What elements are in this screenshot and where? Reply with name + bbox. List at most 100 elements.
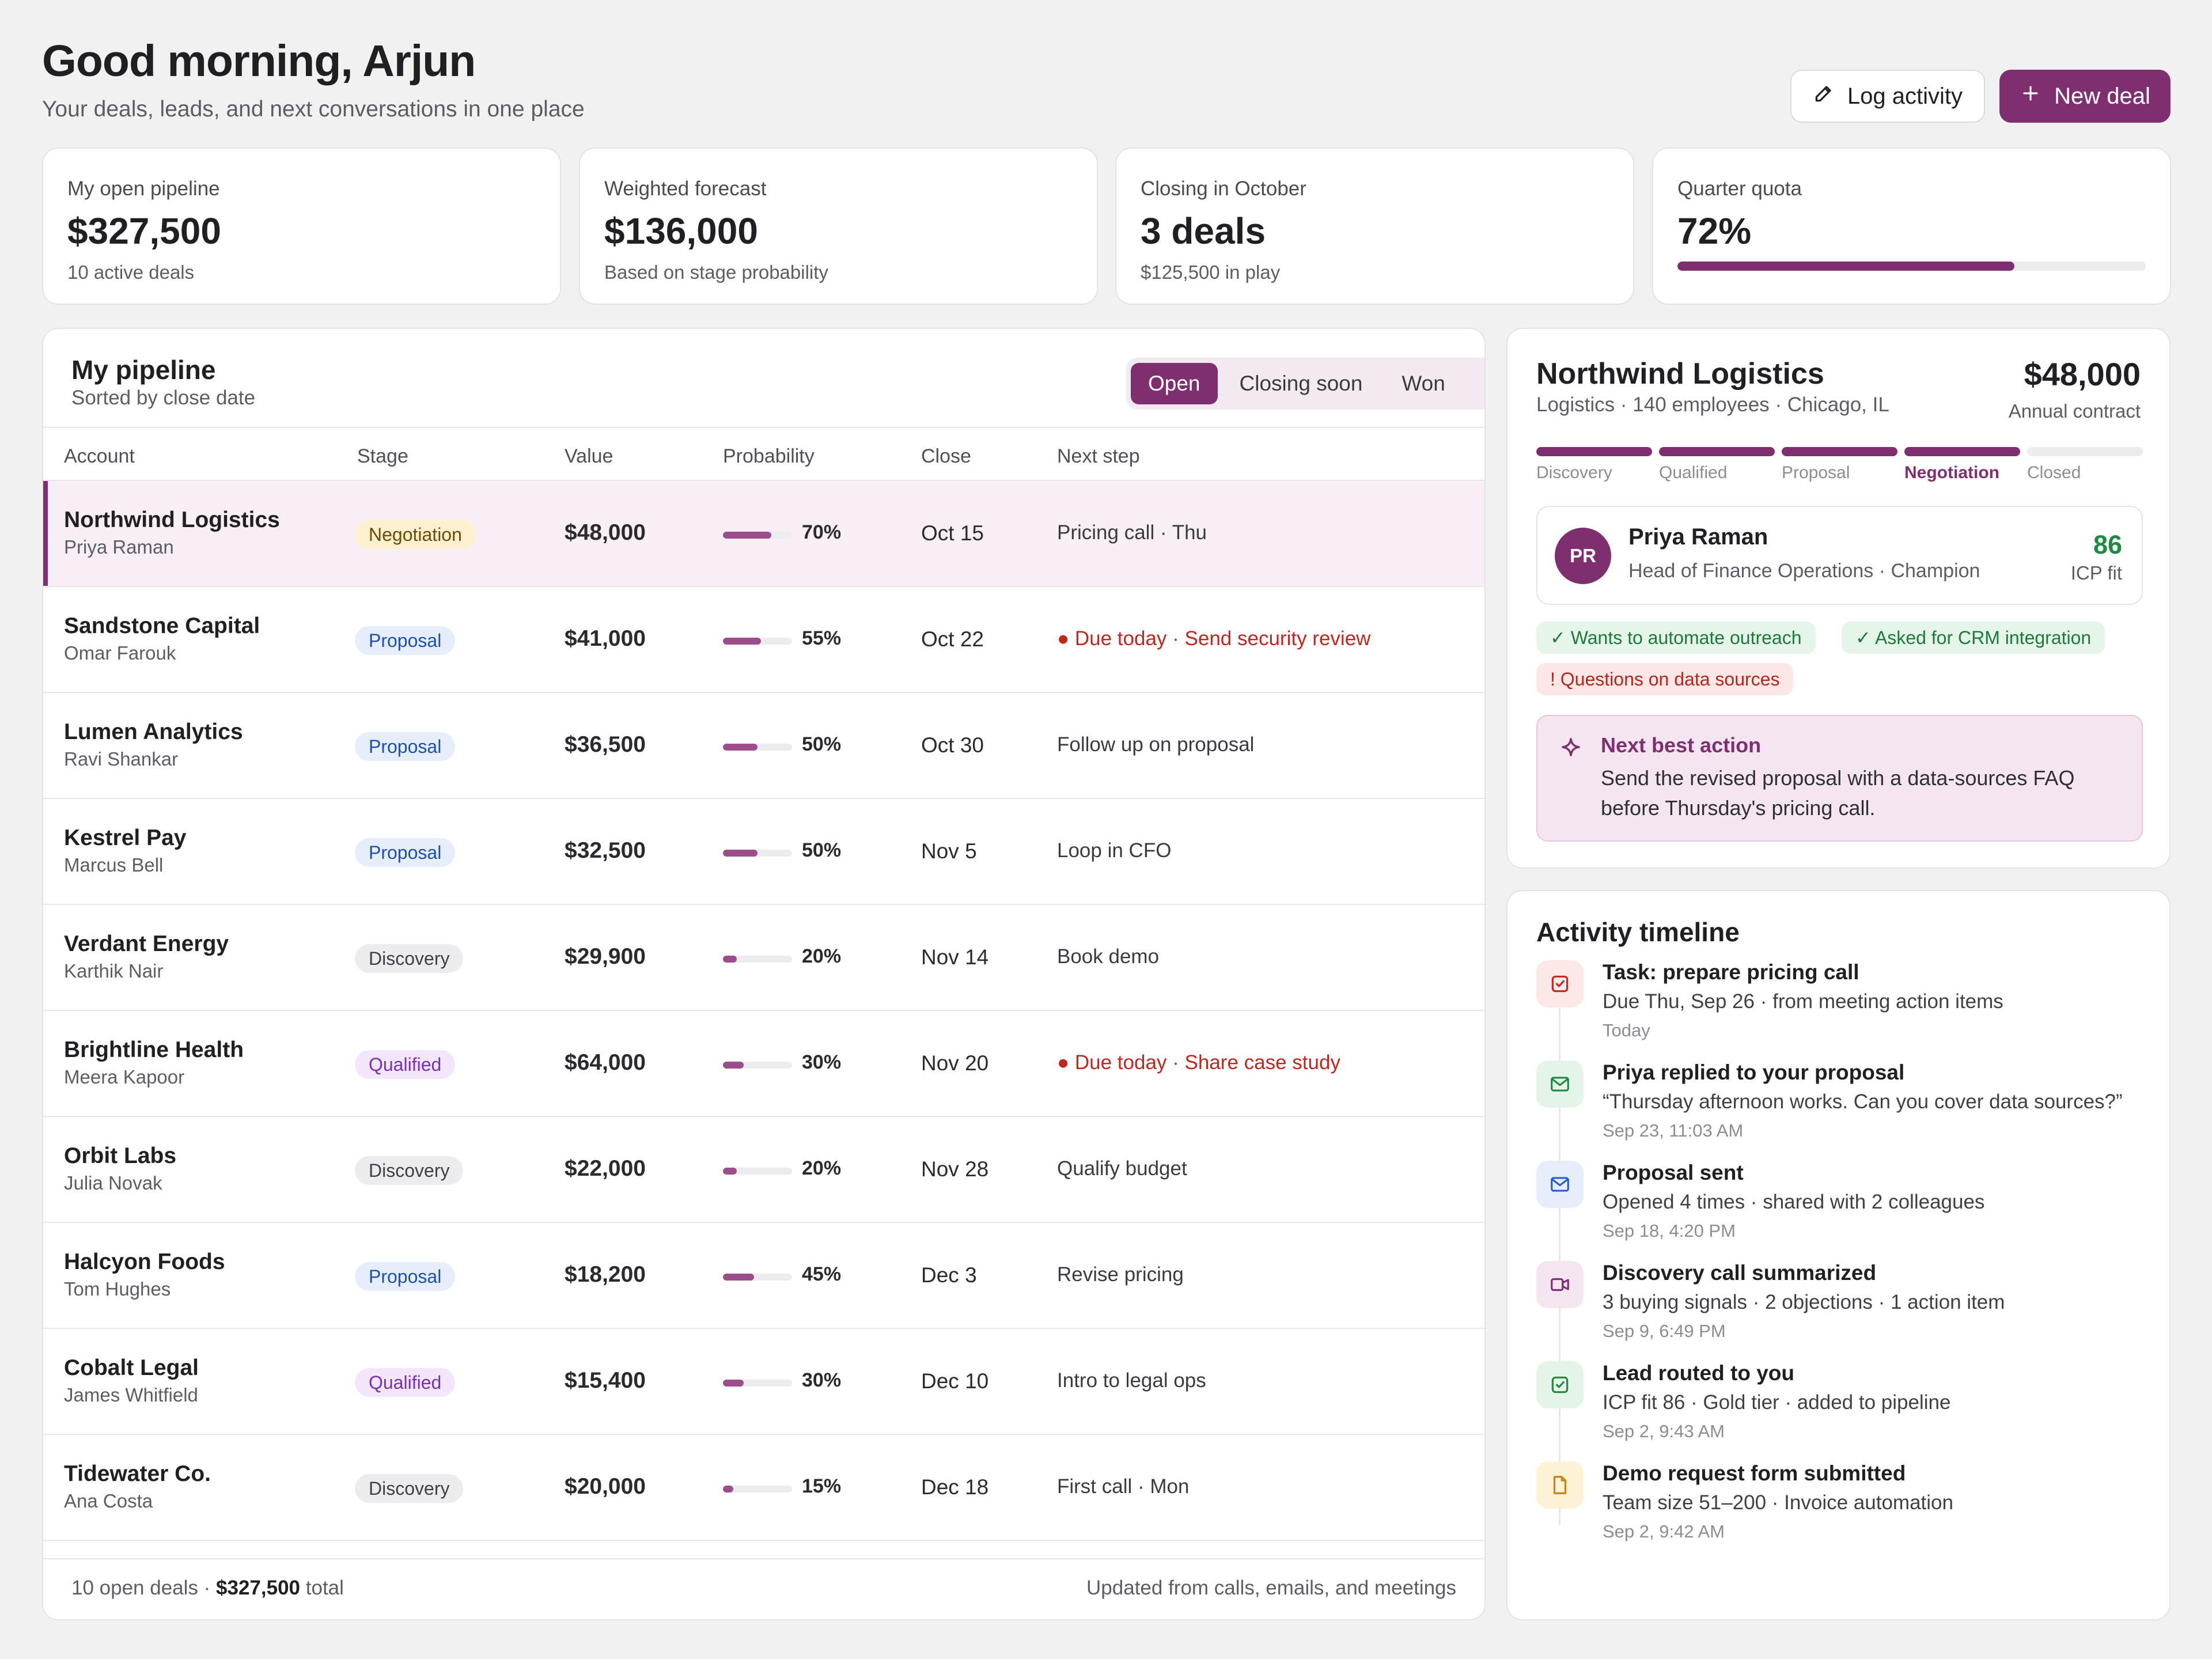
next-step[interactable]: Follow up on proposal xyxy=(1057,733,1254,756)
sparkle-icon xyxy=(1557,736,1585,763)
next-step[interactable]: ● Due today · Send security review xyxy=(1057,627,1370,650)
kpi-label: Weighted forecast xyxy=(604,177,767,200)
timeline-item[interactable]: Lead routed to you ICP fit 86 · Gold tie… xyxy=(1536,1361,2147,1461)
next-step[interactable]: First call · Mon xyxy=(1057,1475,1189,1498)
kpi-label: Quarter quota xyxy=(1677,177,1802,200)
table-row[interactable]: Tidewater Co. Ana Costa Discovery $20,00… xyxy=(43,1435,1484,1541)
account-name[interactable]: Verdant Energy xyxy=(64,931,229,957)
document-icon xyxy=(1536,1461,1584,1509)
next-step[interactable]: Intro to legal ops xyxy=(1057,1369,1206,1392)
table-row[interactable]: Verdant Energy Karthik Nair Discovery $2… xyxy=(43,905,1484,1011)
column-header-close[interactable]: Close xyxy=(921,445,971,468)
next-step[interactable]: Revise pricing xyxy=(1057,1263,1184,1286)
probability-fill xyxy=(723,1062,744,1069)
signal-chip: ✓ Wants to automate outreach xyxy=(1536,622,1816,654)
kpi-value: $327,500 xyxy=(67,210,221,252)
contact-name: Omar Farouk xyxy=(64,642,176,664)
probability-bar xyxy=(723,1168,792,1175)
probability-value: 30% xyxy=(802,1051,842,1073)
table-row[interactable]: Lumen Analytics Ravi Shankar Proposal $3… xyxy=(43,693,1484,799)
next-step[interactable]: Qualify budget xyxy=(1057,1157,1187,1180)
tab-closing-soon[interactable]: Closing soon xyxy=(1222,363,1380,404)
probability-value: 20% xyxy=(802,1157,842,1179)
pipeline-panel: My pipeline Sorted by close date Open Cl… xyxy=(42,328,1486,1620)
close-date: Dec 18 xyxy=(921,1475,989,1499)
stage-segment-label: Closed xyxy=(2027,463,2081,482)
timeline-item-description: ICP fit 86 · Gold tier · added to pipeli… xyxy=(1603,1391,1951,1414)
column-header-account[interactable]: Account xyxy=(64,445,135,468)
probability-bar xyxy=(723,638,792,645)
stage-segment-bar xyxy=(2027,447,2143,456)
account-detail-panel: Northwind Logistics Logistics · 140 empl… xyxy=(1506,328,2171,869)
account-name[interactable]: Tidewater Co. xyxy=(64,1461,211,1487)
account-name[interactable]: Northwind Logistics xyxy=(64,507,280,533)
new-deal-button[interactable]: New deal xyxy=(1999,70,2171,123)
probability-value: 15% xyxy=(802,1475,842,1497)
kpi-quarter-quota: Quarter quota 72% xyxy=(1652,147,2171,305)
stage-badge: Discovery xyxy=(355,944,464,973)
timeline-item[interactable]: Proposal sent Opened 4 times · shared wi… xyxy=(1536,1161,2147,1261)
next-step[interactable]: Book demo xyxy=(1057,945,1159,968)
next-step[interactable]: Loop in CFO xyxy=(1057,839,1171,862)
column-header-next-step[interactable]: Next step xyxy=(1057,445,1140,468)
contact-name: Marcus Bell xyxy=(64,854,164,876)
column-header-value[interactable]: Value xyxy=(565,445,613,468)
table-row[interactable]: Kestrel Pay Marcus Bell Proposal $32,500… xyxy=(43,799,1484,905)
probability-fill xyxy=(723,1380,744,1387)
probability-bar xyxy=(723,1486,792,1493)
column-header-stage[interactable]: Stage xyxy=(357,445,408,468)
column-header-probability[interactable]: Probability xyxy=(723,445,815,468)
next-step[interactable]: Pricing call · Thu xyxy=(1057,521,1207,544)
contact-card[interactable]: PR Priya Raman Head of Finance Operation… xyxy=(1536,506,2143,605)
account-name[interactable]: Sandstone Capital xyxy=(64,613,260,639)
tab-open[interactable]: Open xyxy=(1131,363,1218,404)
account-name[interactable]: Kestrel Pay xyxy=(64,825,186,851)
timeline-item-time: Sep 2, 9:43 AM xyxy=(1603,1421,1725,1441)
deal-value: $29,900 xyxy=(565,944,646,969)
close-date: Oct 15 xyxy=(921,521,984,545)
probability-fill xyxy=(723,956,737,963)
timeline-item[interactable]: Discovery call summarized 3 buying signa… xyxy=(1536,1261,2147,1361)
footer-sync-note: Updated from calls, emails, and meetings xyxy=(1086,1577,1456,1599)
account-amount: $48,000 xyxy=(2024,356,2141,392)
signal-chip: ! Questions on data sources xyxy=(1536,663,1794,695)
timeline-item[interactable]: Task: prepare pricing call Due Thu, Sep … xyxy=(1536,960,2147,1060)
probability-bar xyxy=(723,744,792,751)
timeline-item[interactable]: Demo request form submitted Team size 51… xyxy=(1536,1461,2147,1562)
account-name[interactable]: Orbit Labs xyxy=(64,1143,176,1169)
log-activity-button[interactable]: Log activity xyxy=(1790,70,1985,123)
close-date: Dec 3 xyxy=(921,1263,977,1287)
account-name[interactable]: Brightline Health xyxy=(64,1037,244,1063)
stage-badge: Proposal xyxy=(355,838,456,867)
deal-value: $18,200 xyxy=(565,1262,646,1287)
probability-value: 45% xyxy=(802,1263,842,1285)
table-row[interactable]: Halcyon Foods Tom Hughes Proposal $18,20… xyxy=(43,1223,1484,1329)
kpi-open-pipeline: My open pipeline $327,500 10 active deal… xyxy=(42,147,561,305)
probability-bar xyxy=(723,956,792,963)
kpi-weighted-forecast: Weighted forecast $136,000 Based on stag… xyxy=(579,147,1098,305)
timeline-item-title: Demo request form submitted xyxy=(1603,1461,1906,1485)
timeline-item[interactable]: Priya replied to your proposal “Thursday… xyxy=(1536,1060,2147,1161)
table-row[interactable]: Sandstone Capital Omar Farouk Proposal $… xyxy=(43,587,1484,693)
close-date: Oct 22 xyxy=(921,627,984,651)
deal-value: $15,400 xyxy=(565,1368,646,1393)
timeline-item-title: Priya replied to your proposal xyxy=(1603,1060,1905,1084)
footer-total: $327,500 xyxy=(216,1577,301,1599)
mail-icon xyxy=(1536,1060,1584,1108)
stage-segment-label: Proposal xyxy=(1782,463,1850,482)
account-name[interactable]: Halcyon Foods xyxy=(64,1249,225,1275)
table-row[interactable]: Northwind Logistics Priya Raman Negotiat… xyxy=(43,481,1484,587)
timeline-item-time: Today xyxy=(1603,1020,1650,1040)
table-row[interactable]: Orbit Labs Julia Novak Discovery $22,000… xyxy=(43,1117,1484,1223)
next-step[interactable]: ● Due today · Share case study xyxy=(1057,1051,1340,1074)
table-row[interactable]: Brightline Health Meera Kapoor Qualified… xyxy=(43,1011,1484,1117)
probability-fill xyxy=(723,1168,737,1175)
table-row[interactable]: Cobalt Legal James Whitfield Qualified $… xyxy=(43,1329,1484,1435)
account-name[interactable]: Cobalt Legal xyxy=(64,1355,199,1381)
page-title: Good morning, Arjun xyxy=(42,36,476,86)
tab-won[interactable]: Won xyxy=(1384,363,1462,404)
stage-badge: Proposal xyxy=(355,626,456,655)
probability-value: 30% xyxy=(802,1369,842,1391)
account-name[interactable]: Lumen Analytics xyxy=(64,719,243,745)
probability-fill xyxy=(723,532,771,539)
